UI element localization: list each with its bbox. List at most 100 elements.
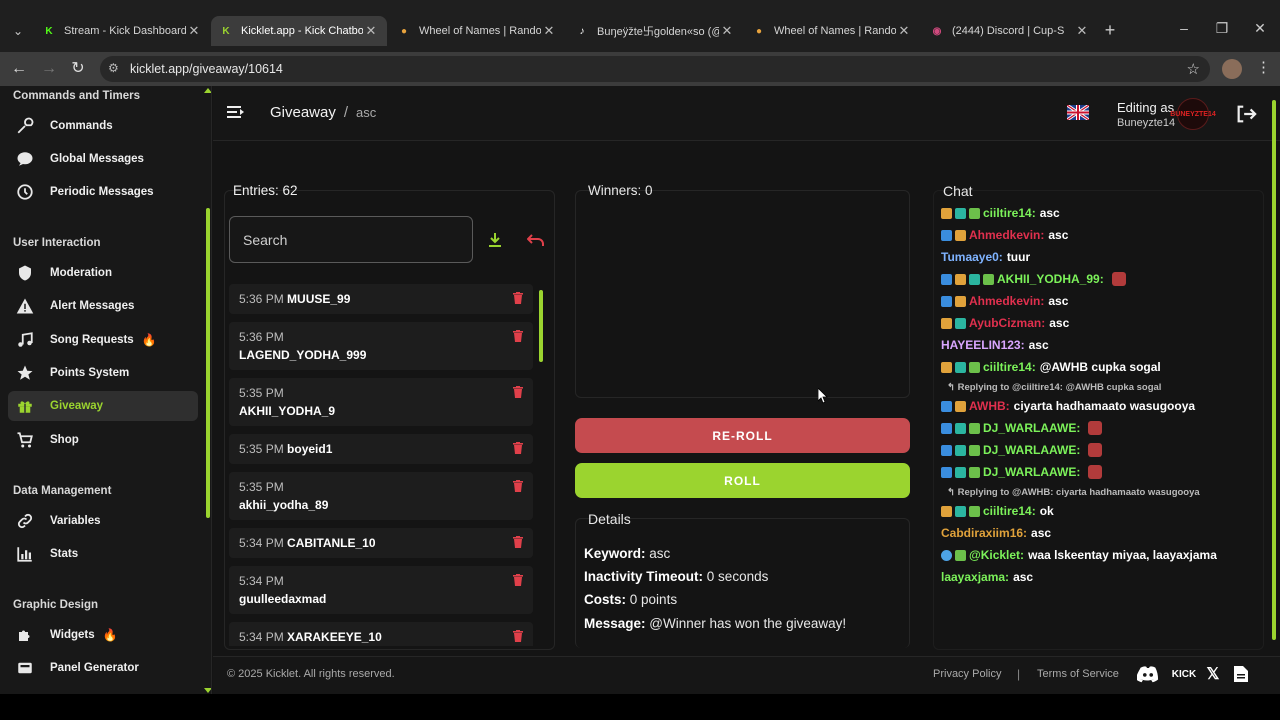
profile-avatar[interactable] (1222, 59, 1242, 79)
sidebar-scroll-down-icon[interactable] (204, 688, 211, 693)
chat-username[interactable]: ciiltire14: (983, 360, 1036, 374)
tab-close-icon[interactable]: ✕ (896, 23, 912, 39)
chat-username[interactable]: HAYEELIN123: (941, 338, 1025, 352)
chat-username[interactable]: AKHII_YODHA_99: (997, 272, 1104, 286)
chat-username[interactable]: DJ_WARLAAWE: (983, 443, 1080, 457)
chat-username[interactable]: ciiltire14: (983, 206, 1036, 220)
sidebar-item-giveaway[interactable]: Giveaway (8, 391, 198, 421)
chat-username[interactable]: DJ_WARLAAWE: (983, 421, 1080, 435)
menu-toggle-icon[interactable] (227, 104, 245, 120)
detail-label: Keyword: (584, 546, 646, 561)
roll-button[interactable]: ROLL (575, 463, 910, 498)
user-badge-icon (955, 273, 966, 285)
browser-tab[interactable]: K Kicklet.app - Kick Chatbot ✕ (211, 16, 387, 46)
entry-row: 5:34 PM guulleedaxmad (229, 566, 533, 614)
back-icon[interactable]: ← (8, 58, 30, 80)
trash-icon[interactable] (513, 292, 523, 304)
sidebar-scrollbar[interactable] (206, 208, 210, 518)
undo-icon[interactable] (527, 232, 545, 248)
sidebar-item-points-system[interactable]: Points System (8, 358, 198, 388)
chat-message: Cabdiraxiim16: asc (941, 526, 1267, 540)
trash-icon[interactable] (513, 574, 523, 586)
trash-icon[interactable] (513, 386, 523, 398)
winners-panel (575, 190, 910, 398)
document-icon[interactable] (1233, 665, 1249, 683)
privacy-policy-link[interactable]: Privacy Policy (933, 668, 1001, 680)
search-input[interactable]: Search (229, 216, 473, 263)
entries-count: Entries: 62 (233, 183, 298, 198)
browser-tab[interactable]: ♪ Buŋeÿžte卐golden«so (@bu✕ (567, 16, 743, 46)
chat-username[interactable]: laayaxjama: (941, 570, 1009, 584)
reload-icon[interactable]: ↻ (67, 58, 89, 80)
tab-search-chevron-icon[interactable]: ⌄ (6, 20, 30, 42)
music-note-icon (14, 329, 36, 351)
tab-close-icon[interactable]: ✕ (541, 23, 557, 39)
entries-scrollbar[interactable] (539, 290, 543, 362)
sidebar-item-shop[interactable]: Shop (8, 425, 198, 455)
user-badge-icon (941, 295, 952, 307)
sidebar-item-periodic-messages[interactable]: Periodic Messages (8, 177, 198, 207)
entry-username: AKHII_YODHA_9 (239, 404, 336, 418)
sidebar-item-alert-messages[interactable]: Alert Messages (8, 291, 198, 321)
chat-username[interactable]: DJ_WARLAAWE: (983, 465, 1080, 479)
sidebar-item-widgets[interactable]: Widgets 🔥 (8, 620, 198, 650)
sidebar-item-label: Commands (50, 120, 113, 132)
url-field[interactable]: ⚙ kicklet.app/giveaway/10614 (100, 56, 1210, 82)
chat-username[interactable]: AyubCizman: (969, 316, 1045, 330)
browser-tab[interactable]: K Stream - Kick Dashboard ✕ (34, 16, 210, 46)
uk-flag-icon[interactable] (1067, 105, 1089, 120)
trash-icon[interactable] (513, 480, 523, 492)
editing-username: Buneyzte14 (1117, 117, 1176, 129)
sidebar-item-variables[interactable]: Variables (8, 506, 198, 536)
detail-message: Message: @Winner has won the giveaway! (584, 616, 846, 631)
browser-tab[interactable]: ● Wheel of Names | Random ✕ (744, 16, 920, 46)
bookmark-star-icon[interactable]: ☆ (1187, 60, 1200, 78)
reroll-button[interactable]: RE-ROLL (575, 418, 910, 453)
chat-username[interactable]: Cabdiraxiim16: (941, 526, 1027, 540)
new-tab-button[interactable]: + (1100, 20, 1120, 41)
breadcrumb-giveaway[interactable]: Giveaway (270, 104, 336, 121)
sidebar-item-song-requests[interactable]: Song Requests 🔥 (8, 325, 198, 355)
browser-tab[interactable]: ◉ (2444) Discord | Cup-S ✕ (922, 16, 1098, 46)
puzzle-icon (14, 624, 36, 646)
tab-close-icon[interactable]: ✕ (186, 23, 202, 39)
trash-icon[interactable] (513, 442, 523, 454)
user-badge-icon (941, 400, 952, 412)
trash-icon[interactable] (513, 330, 523, 342)
site-settings-icon[interactable]: ⚙ (108, 61, 119, 75)
sidebar-item-panel-generator[interactable]: Panel Generator (8, 653, 198, 683)
sidebar-item-global-messages[interactable]: Global Messages (8, 144, 198, 174)
sidebar-item-stats[interactable]: Stats (8, 539, 198, 569)
sidebar-item-commands[interactable]: Commands (8, 111, 198, 141)
chat-username[interactable]: Tumaaye0: (941, 250, 1003, 264)
browser-menu-icon[interactable]: ⋮ (1256, 58, 1271, 76)
chat-message: HAYEELIN123: asc (941, 338, 1267, 352)
download-icon[interactable] (487, 232, 503, 248)
forward-icon[interactable]: → (38, 58, 60, 80)
chat-username[interactable]: ciiltire14: (983, 504, 1036, 518)
chat-text: asc (1013, 570, 1034, 584)
chat-username[interactable]: Ahmedkevin: (969, 294, 1044, 308)
chat-username[interactable]: @Kicklet: (969, 548, 1024, 562)
trash-icon[interactable] (513, 630, 523, 642)
avatar[interactable]: BUNEYZTE14 (1170, 98, 1216, 130)
trash-icon[interactable] (513, 536, 523, 548)
sidebar-item-moderation[interactable]: Moderation (8, 258, 198, 288)
sidebar-scroll-up-icon[interactable] (204, 88, 211, 93)
page-scrollbar[interactable] (1272, 100, 1276, 640)
restore-icon[interactable]: ❐ (1210, 20, 1234, 37)
tab-favicon-icon: ● (755, 25, 763, 37)
minimize-icon[interactable]: – (1172, 20, 1196, 36)
chat-username[interactable]: AWHB: (969, 399, 1010, 413)
discord-icon[interactable] (1137, 665, 1159, 683)
tab-close-icon[interactable]: ✕ (1074, 23, 1090, 39)
x-twitter-icon[interactable]: 𝕏 (1203, 665, 1223, 683)
tab-close-icon[interactable]: ✕ (719, 23, 735, 39)
logout-icon[interactable] (1235, 103, 1257, 125)
terms-of-service-link[interactable]: Terms of Service (1037, 668, 1119, 680)
chat-username[interactable]: Ahmedkevin: (969, 228, 1044, 242)
browser-tab[interactable]: ● Wheel of Names | Random ✕ (389, 16, 565, 46)
kick-icon[interactable]: KICK (1171, 665, 1197, 683)
window-close-icon[interactable]: ✕ (1248, 20, 1272, 37)
tab-close-icon[interactable]: ✕ (363, 23, 379, 39)
